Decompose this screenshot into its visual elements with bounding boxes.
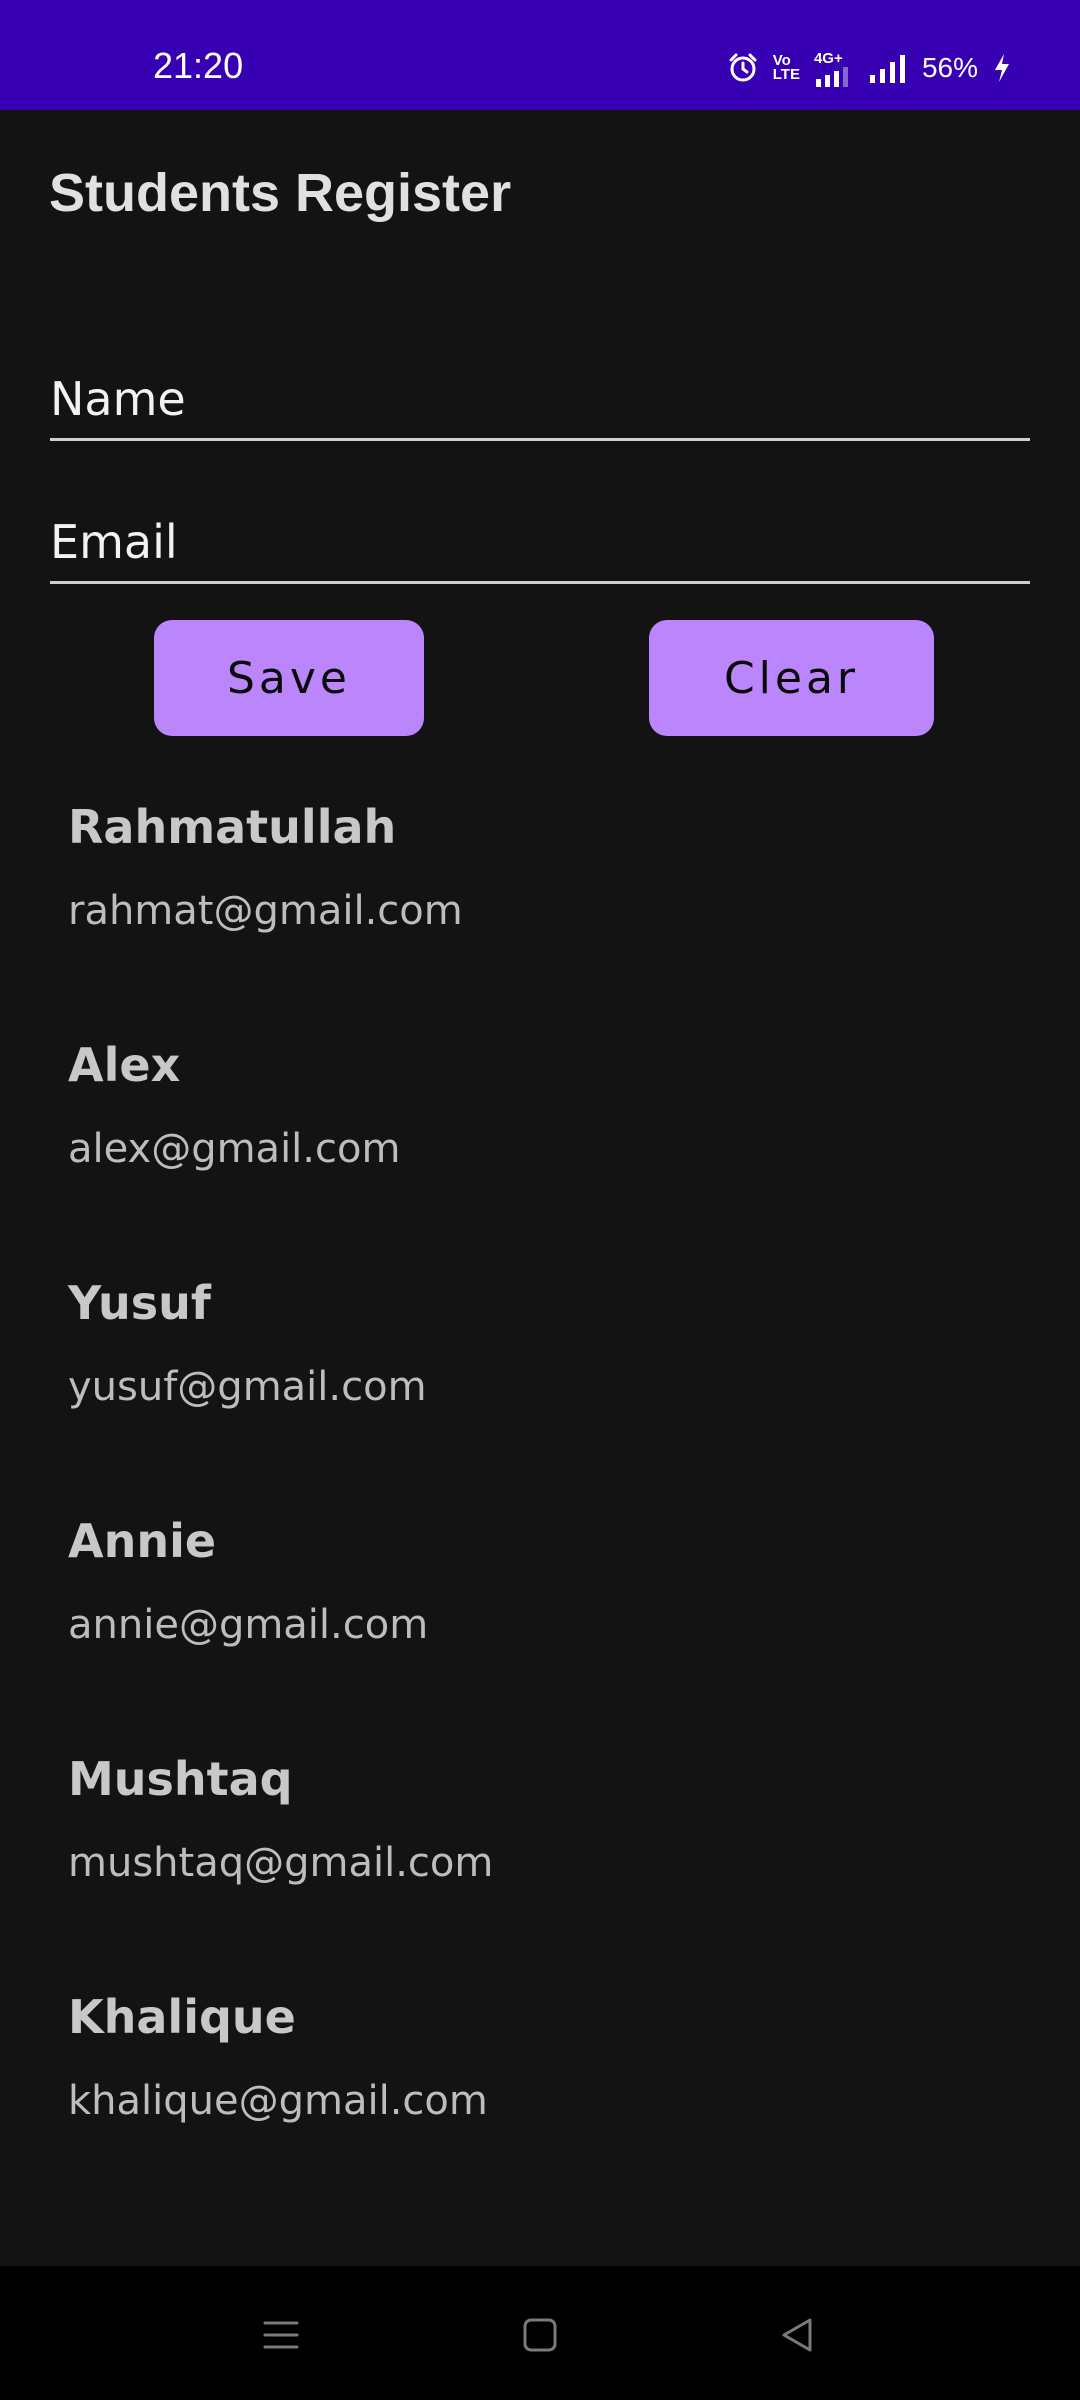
navigation-bar (0, 2266, 1080, 2400)
students-list: Rahmatullah rahmat@gmail.com Alex alex@g… (68, 800, 1008, 2228)
email-field[interactable] (50, 481, 1030, 584)
student-name: Khalique (68, 1990, 296, 2044)
volte-icon: Vo LTE (772, 53, 800, 83)
list-item[interactable]: Khalique khalique@gmail.com (68, 1990, 1008, 2228)
status-time: 21:20 (153, 45, 244, 86)
list-item[interactable]: Mushtaq mushtaq@gmail.com (68, 1752, 1008, 1990)
status-icons: Vo LTE 4G+ 56% (727, 46, 1012, 90)
battery-percentage: 56% (921, 52, 978, 83)
status-bar: 21:20 Vo LTE 4G+ 56% (0, 0, 1080, 110)
student-email: rahmat@gmail.com (68, 888, 463, 934)
battery-charging-icon (992, 52, 1012, 84)
save-button[interactable]: Save (154, 620, 424, 736)
volte-line2: LTE (772, 66, 800, 83)
student-email: mushtaq@gmail.com (68, 1840, 494, 1886)
student-name: Annie (68, 1514, 217, 1568)
name-field[interactable] (50, 338, 1030, 441)
student-email: khalique@gmail.com (68, 2078, 488, 2124)
list-item[interactable]: Rahmatullah rahmat@gmail.com (68, 800, 1008, 1038)
back-triangle-icon[interactable] (772, 2310, 822, 2360)
name-input[interactable] (50, 372, 1030, 426)
student-email: annie@gmail.com (68, 1602, 429, 1648)
home-square-icon[interactable] (515, 2310, 565, 2360)
page-title: Students Register (49, 163, 512, 223)
list-item[interactable]: Yusuf yusuf@gmail.com (68, 1276, 1008, 1514)
network-type: 4G+ (813, 49, 843, 67)
list-item[interactable]: Alex alex@gmail.com (68, 1038, 1008, 1276)
student-name: Mushtaq (68, 1752, 293, 1806)
signal-icon (868, 53, 908, 83)
student-name: Alex (68, 1038, 181, 1092)
main-content: Students Register Save Clear Rahmatullah… (0, 110, 1080, 2266)
menu-icon[interactable] (256, 2310, 306, 2360)
student-name: Rahmatullah (68, 800, 397, 854)
alarm-icon (727, 52, 759, 84)
student-email: yusuf@gmail.com (68, 1364, 427, 1410)
email-input[interactable] (50, 515, 1030, 569)
student-name: Yusuf (68, 1276, 211, 1330)
student-email: alex@gmail.com (68, 1126, 401, 1172)
list-item[interactable]: Annie annie@gmail.com (68, 1514, 1008, 1752)
clear-button[interactable]: Clear (649, 620, 934, 736)
4g-signal-icon: 4G+ (814, 50, 854, 87)
